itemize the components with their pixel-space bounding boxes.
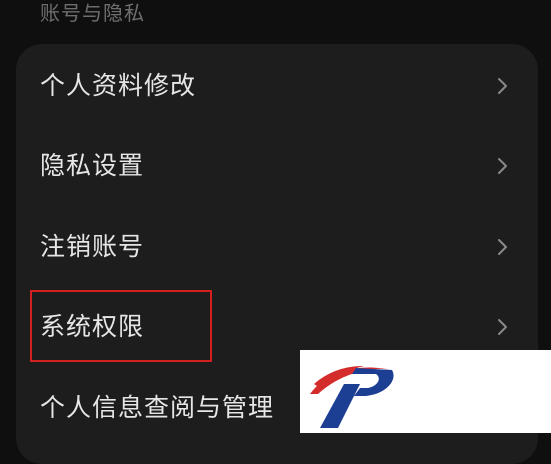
settings-item-label: 系统权限 <box>40 312 145 341</box>
settings-item-label: 个人资料修改 <box>40 71 197 100</box>
section-header: 账号与隐私 <box>40 1 145 25</box>
settings-item-profile-edit[interactable]: 个人资料修改 <box>16 46 538 126</box>
settings-item-label: 注销账号 <box>40 232 145 261</box>
settings-item-delete-account[interactable]: 注销账号 <box>16 207 538 287</box>
chevron-right-icon <box>498 239 507 255</box>
chevron-right-icon <box>498 78 507 94</box>
settings-item-privacy[interactable]: 隐私设置 <box>16 126 538 206</box>
settings-item-label: 隐私设置 <box>40 151 145 180</box>
settings-item-label: 个人信息查阅与管理 <box>40 393 275 422</box>
chevron-right-icon <box>498 319 507 335</box>
watermark-panel <box>300 350 551 433</box>
watermark-logo-icon <box>310 366 394 428</box>
chevron-right-icon <box>498 158 507 174</box>
